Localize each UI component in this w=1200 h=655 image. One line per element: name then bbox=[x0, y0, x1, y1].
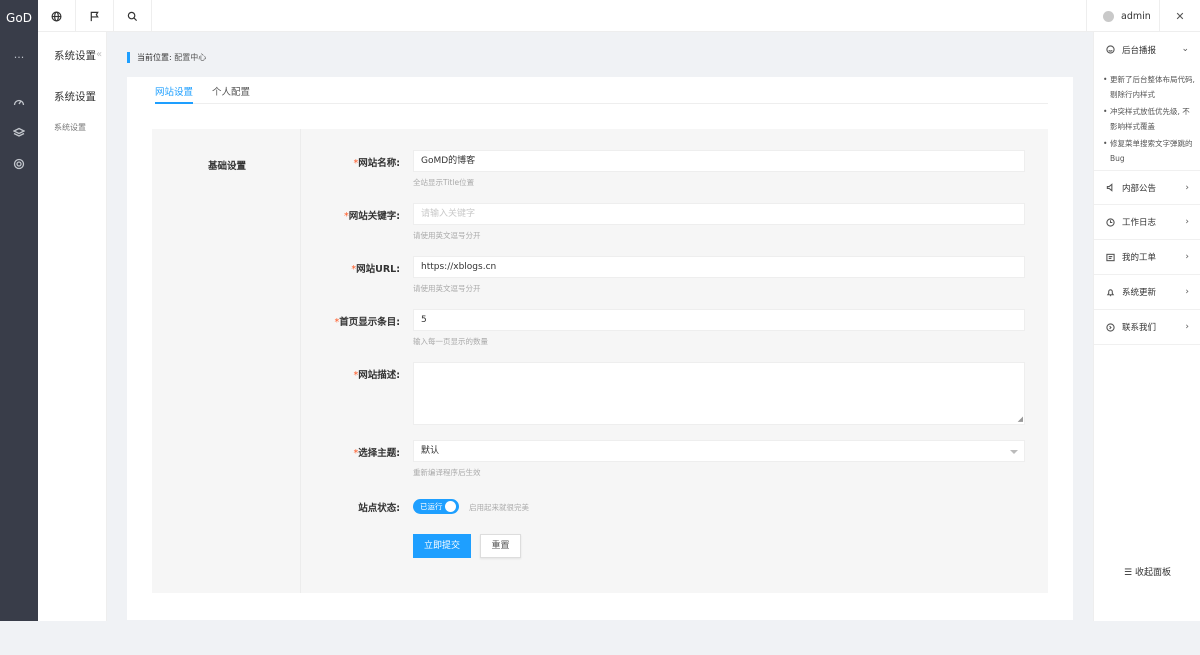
panel-item-label: 工作日志 bbox=[1122, 218, 1157, 228]
label-description: *网站描述: bbox=[301, 367, 400, 381]
news-item: 冲突样式放低优先级, 不影响样式覆盖 bbox=[1103, 104, 1195, 134]
user-name: admin bbox=[1121, 10, 1151, 22]
avatar bbox=[1103, 10, 1114, 22]
more-icon[interactable]: ··· bbox=[0, 51, 38, 64]
news-item: 更新了后台整体布局代码, 剔除行内样式 bbox=[1103, 72, 1195, 102]
breadcrumb-prefix: 当前位置: bbox=[137, 53, 172, 62]
panel-item-label: 系统更新 bbox=[1122, 288, 1157, 298]
sub-nav-item-system-settings[interactable]: 系统设置 bbox=[54, 122, 86, 133]
sub-nav-title: 系统设置 bbox=[54, 50, 96, 62]
collapse-panel-button[interactable]: ☰ 收起面板 bbox=[1094, 565, 1200, 578]
globe-icon[interactable] bbox=[38, 0, 76, 32]
clock-icon bbox=[1106, 217, 1115, 227]
theme-hint: 重新编译程序后生效 bbox=[413, 468, 481, 477]
search-icon[interactable] bbox=[114, 0, 152, 32]
page-size-input[interactable]: 5 bbox=[413, 309, 1025, 331]
panel-item-work-log[interactable]: 工作日志 › bbox=[1094, 205, 1200, 240]
user-menu[interactable]: admin bbox=[1086, 0, 1160, 32]
chevron-right-icon: › bbox=[1185, 287, 1189, 297]
secondary-nav: 系统设置 « 系统设置 系统设置 bbox=[38, 0, 107, 621]
chevron-down-icon: ⌄ bbox=[1181, 44, 1189, 54]
ticket-icon bbox=[1106, 253, 1115, 261]
label-status: 站点状态: bbox=[358, 503, 400, 514]
label-text: 首页显示条目: bbox=[339, 317, 400, 328]
status-hint: 启用起来就很完美 bbox=[469, 503, 529, 512]
theme-select[interactable]: 默认 bbox=[413, 440, 1025, 462]
label-theme: *选择主题: bbox=[301, 445, 400, 459]
settings-form: 基础设置 *网站名称: GoMD的博客 全站显示Title位置 *网站关键字: … bbox=[152, 129, 1048, 593]
chevron-right-icon: › bbox=[1185, 183, 1189, 193]
form-section-column: 基础设置 bbox=[152, 129, 301, 593]
flag-icon[interactable] bbox=[76, 0, 114, 32]
label-text: 网站URL: bbox=[356, 264, 400, 275]
label-keywords: *网站关键字: bbox=[301, 208, 400, 222]
section-title: 基础设置 bbox=[208, 161, 247, 172]
collapse-nav-icon[interactable]: « bbox=[96, 49, 102, 60]
news-title: 后台播报 bbox=[1122, 45, 1157, 56]
breadcrumb-current[interactable]: 配置中心 bbox=[174, 53, 206, 62]
panel-item-label: 内部公告 bbox=[1122, 183, 1157, 194]
submit-button[interactable]: 立即提交 bbox=[413, 534, 471, 558]
tab-bar: 网站设置 个人配置 bbox=[155, 77, 1048, 104]
app-logo[interactable]: GoD bbox=[0, 0, 38, 36]
url-hint: 请使用英文逗号分开 bbox=[413, 284, 481, 293]
caret-down-icon bbox=[1010, 450, 1018, 454]
bell-icon bbox=[1106, 288, 1115, 296]
right-panel: 后台播报 ⌄ 更新了后台整体布局代码, 剔除行内样式 冲突样式放低优先级, 不影… bbox=[1093, 32, 1200, 621]
main-card: 网站设置 个人配置 基础设置 *网站名称: GoMD的博客 全站显示Title位… bbox=[127, 77, 1073, 620]
close-icon[interactable]: ✕ bbox=[1160, 0, 1200, 32]
panel-item-announcements[interactable]: 内部公告 › bbox=[1094, 170, 1200, 205]
url-input[interactable]: https://xblogs.cn bbox=[413, 256, 1025, 278]
panel-item-label: 我的工单 bbox=[1122, 253, 1157, 263]
label-text: 网站名称: bbox=[358, 158, 400, 169]
theme-selected-value: 默认 bbox=[421, 446, 440, 456]
sub-nav-group[interactable]: 系统设置 bbox=[54, 89, 96, 104]
keywords-input[interactable]: 请输入关键字 bbox=[413, 203, 1025, 225]
contact-icon bbox=[1106, 322, 1115, 332]
label-text: 网站描述: bbox=[358, 370, 400, 381]
label-text: 网站关键字: bbox=[348, 211, 400, 222]
chevron-right-icon: › bbox=[1185, 217, 1189, 227]
smile-icon bbox=[1106, 45, 1115, 54]
chevron-right-icon: › bbox=[1185, 252, 1189, 262]
settings-gear-icon[interactable] bbox=[0, 158, 38, 173]
keywords-hint: 请使用英文逗号分开 bbox=[413, 231, 481, 240]
description-textarea[interactable]: ◢ bbox=[413, 362, 1025, 425]
label-page-size: *首页显示条目: bbox=[301, 314, 400, 328]
panel-item-system-update[interactable]: 系统更新 › bbox=[1094, 275, 1200, 310]
toggle-text: 已运行 bbox=[420, 502, 443, 511]
resize-grip-icon[interactable]: ◢ bbox=[1018, 416, 1023, 423]
dashboard-icon[interactable] bbox=[0, 96, 38, 111]
label-text: 选择主题: bbox=[358, 448, 400, 459]
status-toggle[interactable]: 已运行 bbox=[413, 499, 459, 514]
icon-sidebar: GoD ··· bbox=[0, 0, 38, 621]
panel-item-contact[interactable]: 联系我们 › bbox=[1094, 310, 1200, 345]
site-name-hint: 全站显示Title位置 bbox=[413, 178, 475, 187]
tab-site-settings[interactable]: 网站设置 bbox=[155, 84, 194, 104]
layers-icon[interactable] bbox=[0, 127, 38, 142]
toggle-knob bbox=[445, 501, 456, 512]
news-item: 修复菜单搜索文字弹跳的Bug bbox=[1103, 136, 1195, 166]
site-name-input[interactable]: GoMD的博客 bbox=[413, 150, 1025, 172]
reset-button[interactable]: 重置 bbox=[480, 534, 521, 558]
panel-news-header[interactable]: 后台播报 ⌄ bbox=[1094, 32, 1200, 67]
panel-item-label: 联系我们 bbox=[1122, 323, 1157, 333]
tab-personal-config[interactable]: 个人配置 bbox=[212, 84, 250, 104]
label-site-name: *网站名称: bbox=[301, 155, 400, 169]
top-bar: admin ✕ bbox=[38, 0, 1200, 32]
breadcrumb: 当前位置: 配置中心 bbox=[127, 52, 206, 63]
panel-item-tickets[interactable]: 我的工单 › bbox=[1094, 240, 1200, 275]
news-list: 更新了后台整体布局代码, 剔除行内样式 冲突样式放低优先级, 不影响样式覆盖 修… bbox=[1103, 72, 1195, 168]
speaker-icon bbox=[1106, 183, 1113, 192]
label-url: *网站URL: bbox=[301, 261, 400, 275]
page-size-hint: 输入每一页显示的数量 bbox=[413, 337, 488, 346]
chevron-right-icon: › bbox=[1185, 322, 1189, 332]
